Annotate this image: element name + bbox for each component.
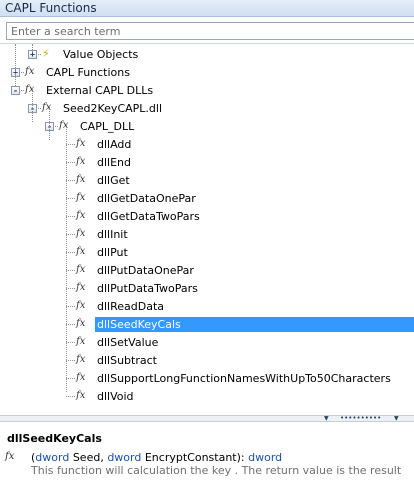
tree-connector (66, 180, 75, 181)
tree-node-label[interactable]: dllEnd (95, 155, 133, 170)
panel-splitter[interactable]: ▼ •••••••••• ▼ (0, 415, 414, 422)
function-icon: fx (5, 451, 15, 462)
tree-node[interactable]: fx dllGetDataOnePar (0, 189, 414, 207)
tree-connector (66, 360, 75, 361)
tree-guide-line (32, 89, 33, 122)
tree-node-label[interactable]: Seed2KeyCAPL.dll (61, 101, 164, 116)
function-signature: (dword Seed, dword EncryptConstant): dwo… (31, 451, 282, 464)
tree-connector (66, 144, 75, 145)
function-icon: fx (59, 120, 69, 131)
tree-connector (66, 396, 75, 397)
tree-connector (66, 288, 75, 289)
tree-guide-line (66, 125, 67, 392)
tree-connector (66, 378, 75, 379)
tree-node-label[interactable]: dllSupportLongFunctionNamesWithUpTo50Cha… (95, 371, 393, 386)
tree-node[interactable]: fx dllSubtract (0, 351, 414, 369)
function-icon: fx (76, 246, 86, 257)
tree-node-label[interactable]: dllAdd (95, 137, 133, 152)
tree-node[interactable]: + ⚡ Value Objects (0, 45, 414, 63)
window-title: CAPL Functions (0, 0, 414, 17)
tree-node[interactable]: - fx Seed2KeyCAPL.dll (0, 99, 414, 117)
signature-param-type: dword (35, 451, 70, 464)
tree-connector (66, 342, 75, 343)
tree-node-label[interactable]: CAPL Functions (44, 65, 132, 80)
tree-node-label[interactable]: dllSetValue (95, 335, 160, 350)
tree-node[interactable]: fx dllReadData (0, 297, 414, 315)
tree-node[interactable]: fx dllPutDataTwoPars (0, 279, 414, 297)
tree-node-label[interactable]: dllPutDataTwoPars (95, 281, 200, 296)
tree-node[interactable]: fx dllGetDataTwoPars (0, 207, 414, 225)
function-icon: fx (76, 354, 86, 365)
function-tree[interactable]: + ⚡ Value Objects + fx CAPL Functions - fx Exter… (0, 44, 414, 415)
function-icon: fx (76, 156, 86, 167)
function-icon: fx (76, 264, 86, 275)
tree-node-label[interactable]: CAPL_DLL (78, 119, 136, 134)
signature-param-name: EncryptConstant): (141, 451, 249, 464)
tree-connector (66, 306, 75, 307)
tree-node[interactable]: fx dllSetValue (0, 333, 414, 351)
tree-node[interactable]: - fx CAPL_DLL (0, 117, 414, 135)
tree-node-label[interactable]: dllPutDataOnePar (95, 263, 196, 278)
tree-connector (66, 216, 75, 217)
tree-node[interactable]: fx dllSupportLongFunctionNamesWithUpTo50C… (0, 369, 414, 387)
tree-node[interactable]: fx dllPutDataOnePar (0, 261, 414, 279)
function-icon: fx (42, 102, 52, 113)
tree-node-label[interactable]: dllVoid (95, 389, 136, 404)
tree-node[interactable]: fx dllVoid (0, 387, 414, 405)
tree-connector (66, 324, 75, 325)
tree-node[interactable]: fx dllGet (0, 171, 414, 189)
tree-node-label[interactable]: dllReadData (95, 299, 166, 314)
tree-node-label[interactable]: dllGet (95, 173, 132, 188)
tree-connector (66, 198, 75, 199)
tree-node[interactable]: fx dllEnd (0, 153, 414, 171)
function-icon: fx (76, 210, 86, 221)
tree-node[interactable]: fx dllInit (0, 225, 414, 243)
search-input[interactable] (6, 22, 414, 40)
function-icon: fx (76, 174, 86, 185)
function-icon: fx (25, 84, 35, 95)
tree-node-label[interactable]: dllGetDataTwoPars (95, 209, 202, 224)
tree-node[interactable]: fx dllPut (0, 243, 414, 261)
function-icon: fx (76, 282, 86, 293)
function-icon: fx (76, 300, 86, 311)
function-icon: fx (76, 336, 86, 347)
tree-node[interactable]: fx dllAdd (0, 135, 414, 153)
tree-connector (66, 270, 75, 271)
function-icon: fx (25, 66, 35, 77)
function-icon: fx (76, 192, 86, 203)
tree-node-label[interactable]: dllPut (95, 245, 130, 260)
function-icon: fx (76, 138, 86, 149)
function-icon: fx (76, 372, 86, 383)
tree-node-label[interactable]: dllInit (95, 227, 130, 242)
capl-functions-window: CAPL Functions +⚡Value Objects+fxCAPL Fu… (0, 0, 414, 481)
tree-connector (66, 252, 75, 253)
tree-node[interactable]: + fx CAPL Functions (0, 63, 414, 81)
search-row (0, 18, 414, 44)
tree-node-label[interactable]: dllGetDataOnePar (95, 191, 198, 206)
tree-connector (66, 162, 75, 163)
info-function-name: dllSeedKeyCals (7, 432, 102, 445)
lightning-icon: ⚡ (42, 47, 50, 60)
tree-connector (66, 234, 75, 235)
function-description: This function will calculation the key .… (31, 464, 402, 477)
tree-node[interactable]: fx dllSeedKeyCals (0, 315, 414, 333)
function-info-panel: dllSeedKeyCals fx (dword Seed, dword Enc… (0, 422, 414, 481)
signature-return-type: dword (248, 451, 283, 464)
tree-node-label[interactable]: External CAPL DLLs (44, 83, 155, 98)
function-icon: fx (76, 318, 86, 329)
tree-node-label[interactable]: dllSeedKeyCals (95, 317, 414, 332)
tree-node[interactable]: - fx External CAPL DLLs (0, 81, 414, 99)
signature-param-type: dword (107, 451, 142, 464)
collapse-icon[interactable]: - (11, 86, 20, 95)
function-icon: fx (76, 228, 86, 239)
tree-guide-line (15, 44, 16, 86)
splitter-grip-icon[interactable]: •••••••••• (340, 415, 381, 422)
tree-guide-line (32, 44, 33, 52)
tree-guide-line (49, 107, 50, 140)
tree-node-label[interactable]: Value Objects (61, 47, 140, 62)
signature-param-name: Seed, (69, 451, 108, 464)
tree-node-label[interactable]: dllSubtract (95, 353, 159, 368)
function-icon: fx (76, 390, 86, 401)
